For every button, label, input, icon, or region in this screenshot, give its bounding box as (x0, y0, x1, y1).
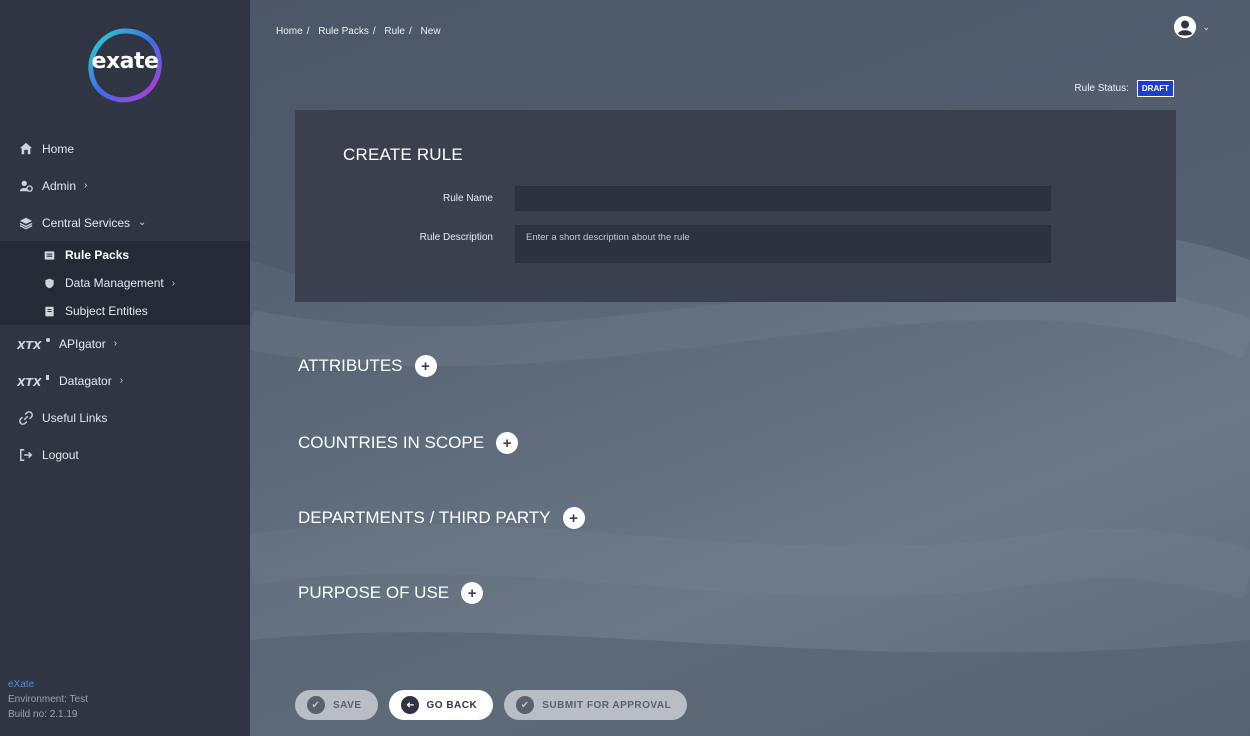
save-button[interactable]: ✔ SAVE (295, 690, 378, 720)
sidebar: exate Home Admin › Central Services ⌄ Ru… (0, 0, 250, 736)
sidebar-item-central-services[interactable]: Central Services ⌄ (0, 204, 250, 241)
sidebar-item-useful-links[interactable]: Useful Links (0, 399, 250, 436)
sidebar-item-label: Subject Entities (65, 304, 148, 318)
section-departments-third-party: DEPARTMENTS / THIRD PARTY + (298, 507, 585, 529)
chevron-right-icon: › (84, 180, 88, 191)
chevron-down-icon: ⌄ (138, 217, 147, 228)
logo-area: exate (0, 0, 250, 130)
chevron-right-icon: › (113, 338, 118, 349)
go-back-button-label: GO BACK (426, 699, 478, 711)
users-icon (17, 179, 35, 193)
check-icon: ✔ (516, 696, 535, 714)
svg-text:XTX: XTX (17, 376, 42, 388)
sidebar-item-datagator[interactable]: XTX Datagator › (0, 362, 250, 399)
sidebar-item-label: Useful Links (42, 410, 108, 425)
section-attributes: ATTRIBUTES + (298, 355, 437, 377)
exate-logo[interactable]: exate (85, 25, 165, 105)
rule-status: Rule Status: DRAFT (1074, 80, 1174, 97)
page-title: CREATE RULE (343, 145, 463, 164)
user-menu[interactable]: ⌄ (1174, 16, 1210, 38)
layers-icon (17, 216, 35, 230)
footer-company: eXate (8, 679, 35, 690)
add-purpose-button[interactable]: + (461, 582, 484, 604)
sidebar-item-apigator[interactable]: XTX APIgator › (0, 325, 250, 362)
breadcrumb-rule-packs[interactable]: Rule Packs (318, 26, 369, 37)
sidebar-item-logout[interactable]: Logout (0, 436, 250, 473)
add-attribute-button[interactable]: + (414, 355, 437, 377)
sidebar-item-subject-entities[interactable]: Subject Entities (0, 297, 250, 325)
create-rule-card: CREATE RULE Rule Name Rule Description E… (295, 110, 1176, 302)
sidebar-item-home[interactable]: Home (0, 130, 250, 167)
footer-build: Build no: 2.1.19 (8, 709, 78, 720)
breadcrumb-separator: / (408, 26, 412, 37)
breadcrumb-rule[interactable]: Rule (384, 26, 405, 37)
section-title: ATTRIBUTES (298, 356, 403, 375)
chevron-right-icon: › (119, 375, 124, 386)
rule-description-input[interactable]: Enter a short description about the rule (515, 225, 1051, 263)
sidebar-item-label: Datagator (59, 373, 112, 388)
section-title: PURPOSE OF USE (298, 583, 450, 602)
breadcrumb-separator: / (372, 26, 376, 37)
datagator-logo-icon: XTX (17, 374, 51, 388)
shield-icon (40, 276, 58, 290)
section-title: COUNTRIES IN SCOPE (298, 433, 485, 452)
logout-icon (17, 448, 35, 462)
sidebar-item-label: Central Services (42, 215, 131, 230)
rule-name-row: Rule Name (295, 186, 1051, 211)
submit-button-label: SUBMIT FOR APPROVAL (542, 699, 672, 711)
rule-description-row: Rule Description Enter a short descripti… (295, 225, 1051, 263)
sidebar-footer: eXate Environment: Test Build no: 2.1.19 (8, 677, 88, 722)
status-badge: DRAFT (1136, 80, 1174, 97)
rule-name-input[interactable] (515, 186, 1051, 211)
breadcrumb: Home / Rule Packs / Rule / New (276, 26, 445, 37)
chevron-down-icon[interactable]: ⌄ (1202, 22, 1210, 33)
breadcrumb-new: New (420, 26, 441, 37)
chevron-right-icon: › (171, 277, 176, 289)
breadcrumb-separator: / (306, 26, 310, 37)
section-countries-in-scope: COUNTRIES IN SCOPE + (298, 432, 519, 454)
sidebar-nav: Home Admin › Central Services ⌄ (0, 130, 250, 241)
sidebar-nav-lower: XTX APIgator › XTX Datagator › Useful Li… (0, 325, 250, 473)
footer-environment: Environment: Test (8, 694, 88, 705)
sidebar-item-label: APIgator (59, 336, 106, 351)
rule-description-label: Rule Description (419, 232, 493, 243)
user-avatar-icon[interactable] (1174, 16, 1197, 38)
arrow-left-icon: ➜ (400, 696, 419, 714)
action-buttons: ✔ SAVE ➜ GO BACK ✔ SUBMIT FOR APPROVAL (295, 690, 688, 720)
home-icon (17, 142, 35, 156)
central-services-submenu: Rule Packs Data Management › Subject Ent… (0, 241, 250, 325)
list-icon (40, 248, 58, 262)
svg-text:XTX: XTX (17, 339, 42, 351)
sidebar-item-data-management[interactable]: Data Management › (0, 269, 250, 297)
sidebar-item-label: Admin (42, 178, 77, 193)
apigator-logo-icon: XTX (17, 337, 51, 351)
logo-text: exate (91, 49, 159, 74)
go-back-button[interactable]: ➜ GO BACK (388, 690, 494, 720)
add-department-button[interactable]: + (562, 507, 585, 529)
check-icon: ✔ (307, 696, 325, 714)
sidebar-item-admin[interactable]: Admin › (0, 167, 250, 204)
sidebar-item-label: Rule Packs (65, 248, 130, 262)
book-icon (40, 304, 58, 318)
section-title: DEPARTMENTS / THIRD PARTY (298, 508, 551, 527)
breadcrumb-home[interactable]: Home (276, 26, 303, 37)
link-icon (17, 410, 35, 425)
save-button-label: SAVE (333, 699, 362, 711)
add-country-button[interactable]: + (496, 432, 519, 454)
rule-name-label: Rule Name (442, 193, 493, 204)
sidebar-item-rule-packs[interactable]: Rule Packs (0, 241, 250, 269)
submit-for-approval-button[interactable]: ✔ SUBMIT FOR APPROVAL (504, 690, 688, 720)
main-content: Home / Rule Packs / Rule / New ⌄ Rule Statu… (250, 0, 1250, 736)
sidebar-item-label: Home (42, 141, 75, 156)
rule-status-label: Rule Status: (1074, 83, 1129, 94)
section-purpose-of-use: PURPOSE OF USE + (298, 582, 484, 604)
sidebar-item-label: Logout (42, 447, 79, 462)
sidebar-item-label: Data Management (65, 276, 164, 290)
